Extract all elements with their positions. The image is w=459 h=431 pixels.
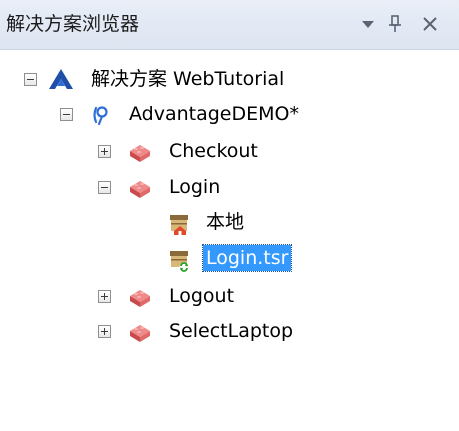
panel-title: 解决方案浏览器	[6, 13, 140, 35]
solution-tree: 解决方案 WebTutorial AdvantageDEMO* Checkout…	[0, 50, 459, 431]
close-icon[interactable]	[418, 12, 442, 36]
solution-icon	[48, 68, 73, 90]
pin-icon[interactable]	[383, 12, 407, 36]
tree-node-local-repository[interactable]: 本地	[0, 205, 459, 239]
tree-node-label: Logout	[169, 285, 235, 307]
shared-repository-icon	[168, 248, 190, 272]
expand-toggle[interactable]	[98, 290, 111, 303]
tree-node-label: SelectLaptop	[169, 320, 294, 342]
collapse-toggle[interactable]	[24, 73, 37, 86]
tree-node-action-selectlaptop[interactable]: SelectLaptop	[0, 314, 459, 348]
tree-node-shared-repository[interactable]: Login.tsr	[0, 241, 459, 275]
action-icon	[128, 321, 150, 343]
test-icon	[90, 104, 112, 126]
tree-node-action-checkout[interactable]: Checkout	[0, 134, 459, 168]
tree-node-action-login[interactable]: Login	[0, 170, 459, 204]
collapse-toggle[interactable]	[98, 181, 111, 194]
local-repository-icon	[168, 212, 190, 235]
dropdown-arrow-icon[interactable]	[356, 12, 380, 36]
tree-node-test[interactable]: AdvantageDEMO*	[0, 97, 459, 131]
tree-node-label: Checkout	[169, 140, 258, 162]
tree-node-label: Login	[169, 176, 221, 198]
tree-node-label: 解决方案 WebTutorial	[91, 68, 285, 90]
expand-toggle[interactable]	[98, 145, 111, 158]
tree-node-action-logout[interactable]: Logout	[0, 279, 459, 313]
solution-explorer-panel: 解决方案浏览器 解决方案 WebTutorial AdvantageDEMO* …	[0, 0, 459, 431]
panel-title-bar[interactable]: 解决方案浏览器	[0, 0, 459, 50]
tree-node-label: 本地	[206, 211, 245, 233]
action-icon	[128, 141, 150, 163]
tree-node-solution[interactable]: 解决方案 WebTutorial	[0, 62, 459, 96]
tree-node-label-selected: Login.tsr	[201, 244, 293, 272]
expand-toggle[interactable]	[98, 325, 111, 338]
action-icon	[128, 177, 150, 199]
action-icon	[128, 286, 150, 308]
collapse-toggle[interactable]	[60, 108, 73, 121]
tree-node-label: AdvantageDEMO*	[129, 103, 299, 125]
